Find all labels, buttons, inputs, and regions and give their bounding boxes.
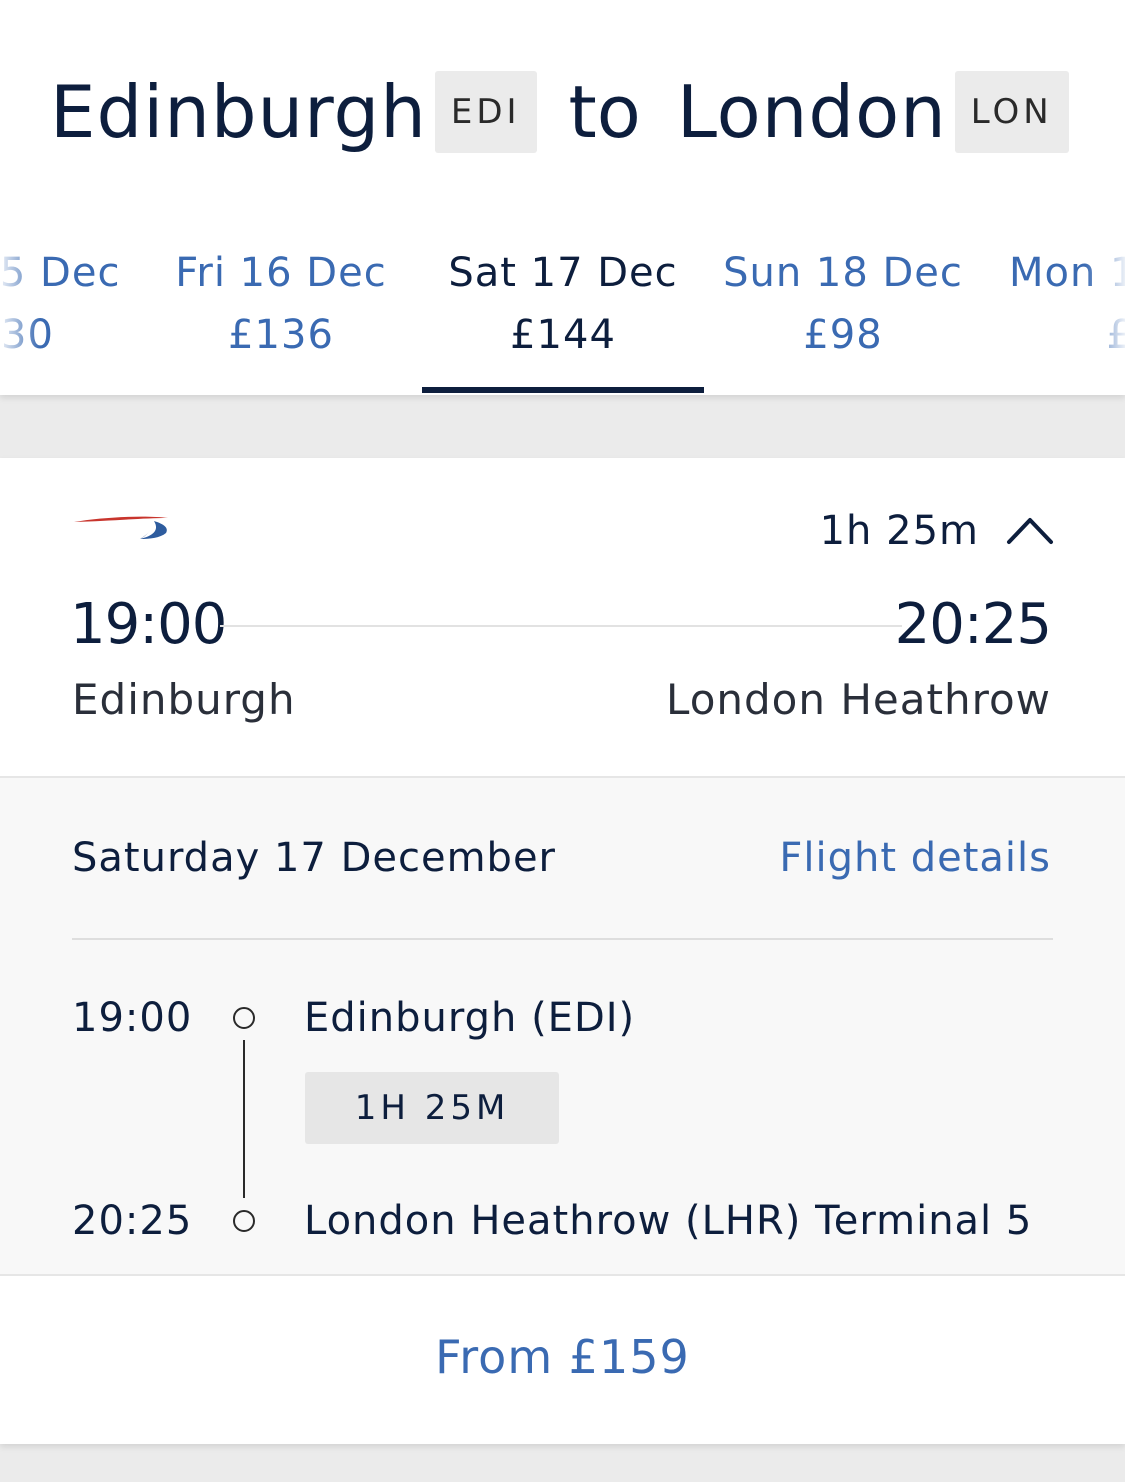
flight-timeline (220, 625, 902, 627)
date-selector: Thu 15 Dec £130 Fri 16 Dec £136 Sat 17 D… (0, 240, 1125, 395)
select-fare-button[interactable]: From £159 (0, 1330, 1125, 1400)
date-tab-price: £98 (803, 312, 883, 358)
date-tab-sat-17[interactable]: Sat 17 Dec £144 (422, 240, 704, 395)
date-tab-sun-18[interactable]: Sun 18 Dec £98 (702, 240, 984, 395)
arrival-city: London Heathrow (666, 675, 1051, 724)
segment-departure-place: Edinburgh (EDI) (304, 995, 636, 1041)
departure-time: 19:00 (70, 592, 227, 657)
date-tab-date: Sun 18 Dec (723, 250, 963, 296)
departure-node-icon (233, 1007, 255, 1029)
british-airways-logo-icon (74, 516, 168, 539)
date-tab-price: £136 (228, 312, 334, 358)
chevron-up-icon[interactable] (1004, 510, 1056, 550)
date-tab-price: £144 (510, 312, 616, 358)
origin-city: Edinburgh (50, 70, 427, 154)
destination-city: London (676, 70, 947, 154)
origin-code-badge: EDI (434, 71, 537, 153)
segment-arrival-place: London Heathrow (LHR) Terminal 5 (304, 1198, 1033, 1244)
flight-details-link[interactable]: Flight details (779, 835, 1051, 881)
date-tab-date: Sat 17 Dec (448, 250, 678, 296)
details-date: Saturday 17 December (72, 835, 557, 881)
route-title: Edinburgh EDI to London LON (50, 62, 1069, 162)
route-connector: to (568, 70, 641, 154)
segment-arrival-time: 20:25 (72, 1198, 193, 1244)
segment-connector-line (243, 1040, 245, 1198)
segment-duration-badge: 1H 25M (305, 1072, 559, 1144)
date-tab-date: Fri 16 Dec (175, 250, 387, 296)
flight-duration: 1h 25m (819, 508, 979, 554)
search-header: Edinburgh EDI to London LON Thu 15 Dec £… (0, 0, 1125, 395)
scroll-fade-right (1085, 240, 1125, 395)
date-tab-fri-16[interactable]: Fri 16 Dec £136 (140, 240, 422, 395)
segment-departure-time: 19:00 (72, 995, 193, 1041)
scroll-fade-left (0, 240, 40, 395)
active-tab-indicator (422, 387, 704, 393)
divider (72, 938, 1053, 940)
destination-code-badge: LON (954, 71, 1069, 153)
arrival-time: 20:25 (894, 592, 1052, 657)
arrival-node-icon (233, 1210, 255, 1232)
departure-city: Edinburgh (72, 675, 296, 724)
